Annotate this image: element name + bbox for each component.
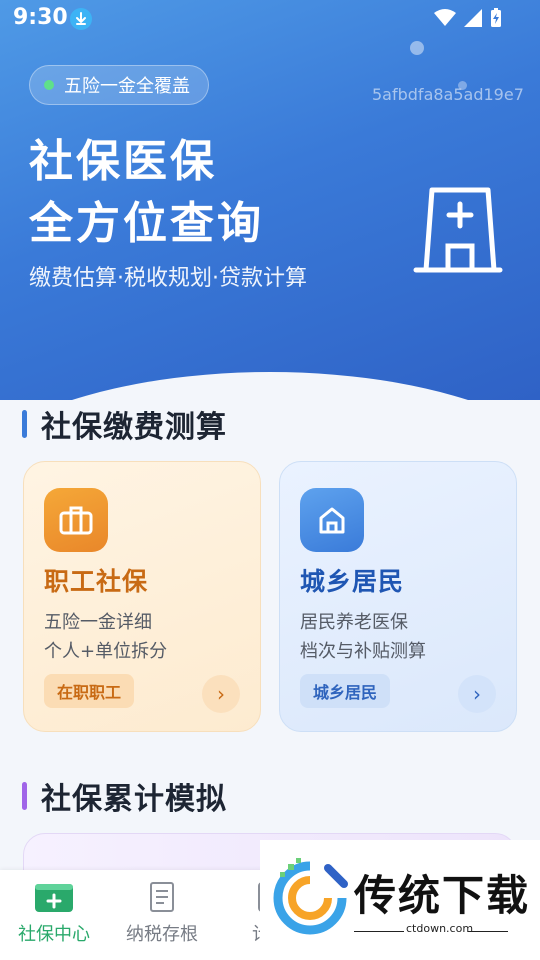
card-title: 城乡居民 [300, 567, 405, 596]
tab-social-security[interactable]: 社保中心 [0, 870, 108, 960]
signal-icon [464, 9, 482, 27]
watermark-url: ctdown.com [406, 922, 474, 935]
wallet-plus-icon [34, 881, 74, 917]
coverage-tag-label: 五险一金全覆盖 [64, 76, 190, 97]
divider [468, 931, 508, 932]
card-employee-insurance[interactable]: 职工社保 五险一金详细 个人+单位拆分 在职职工 › [23, 461, 261, 732]
tab-label: 社保中心 [18, 924, 90, 945]
watermark-brand: 传统下载 [354, 871, 531, 920]
hero-title-line2: 全方位查询 [29, 198, 264, 249]
home-icon [300, 488, 364, 552]
coverage-tag: 五险一金全覆盖 [29, 65, 209, 105]
status-icons [434, 8, 502, 28]
status-dot [44, 80, 54, 90]
card-desc-line1: 居民养老医保 [300, 612, 408, 633]
decor-bubble [410, 41, 424, 55]
hospital-icon [412, 180, 504, 280]
section-calc-title: 社保缴费测算 [22, 402, 227, 446]
tax-receipt-icon [146, 881, 178, 919]
status-time: 9:30 [13, 5, 68, 30]
section-sim-label: 社保累计模拟 [41, 782, 227, 817]
section-calc-label: 社保缴费测算 [41, 410, 227, 445]
section-bar [22, 782, 27, 810]
card-chip: 在职职工 [44, 674, 135, 708]
section-sim-title: 社保累计模拟 [22, 774, 227, 818]
chevron-right-icon[interactable]: › [458, 675, 496, 713]
hash-text: 5afbdfa8a5ad19e7 [372, 85, 524, 104]
divider [354, 931, 404, 932]
hero-title-line1: 社保医保 [29, 136, 217, 187]
briefcase-icon [44, 488, 108, 552]
chevron-right-icon[interactable]: › [202, 675, 240, 713]
watermark-overlay: 传统下载 ctdown.com [260, 840, 540, 960]
battery-charging-icon [491, 8, 501, 27]
hero-curve [0, 372, 540, 400]
card-resident-insurance[interactable]: 城乡居民 居民养老医保 档次与补贴测算 城乡居民 › [279, 461, 517, 732]
tab-label: 纳税存根 [126, 924, 198, 945]
download-icon [70, 8, 92, 30]
card-desc-line2: 档次与补贴测算 [300, 641, 426, 662]
card-desc-line1: 五险一金详细 [44, 612, 152, 633]
section-bar [22, 410, 27, 438]
card-title: 职工社保 [44, 567, 149, 596]
ctdown-logo-icon [270, 858, 350, 942]
card-desc-line2: 个人+单位拆分 [44, 641, 168, 662]
tab-tax-receipts[interactable]: 纳税存根 [108, 870, 216, 960]
hero-subtitle: 缴费估算·税收规划·贷款计算 [29, 266, 307, 291]
status-bar: 9:30 [0, 0, 540, 38]
card-chip: 城乡居民 [300, 674, 391, 708]
wifi-icon [434, 9, 456, 26]
